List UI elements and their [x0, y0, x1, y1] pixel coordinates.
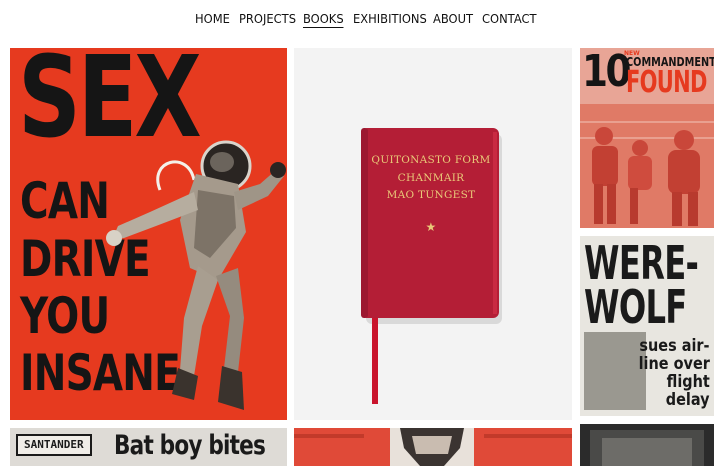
gallery-tile-bat-boy[interactable]: SANTANDER Bat boy bites: [10, 428, 287, 466]
nav-exhibitions[interactable]: EXHIBITIONS: [353, 11, 427, 26]
headline-number: 10: [582, 48, 632, 97]
poster-line: CAN: [20, 172, 110, 230]
gallery-tile-sex-poster[interactable]: SEX CAN DRIVE YOU INSANE: [10, 48, 287, 420]
book-title-line: CHANMAIR: [397, 172, 465, 184]
bat-boy-headline: Bat boy bites: [114, 430, 266, 461]
poster-line: YOU: [20, 287, 110, 345]
gallery-tile-dark-photo[interactable]: [580, 424, 714, 466]
nav-books[interactable]: BOOKS: [303, 11, 344, 28]
dark-photo-image: [580, 424, 714, 466]
gallery-tile-man-portrait[interactable]: [294, 428, 572, 466]
astronaut-figure-image: [106, 140, 286, 410]
werewolf-subline: flight: [666, 372, 710, 392]
nav-contact[interactable]: CONTACT: [482, 11, 537, 26]
star-icon: ★: [425, 220, 437, 234]
gallery-tile-werewolf[interactable]: WERE- WOLF sues air- line over flight de…: [580, 236, 714, 416]
werewolf-subline: sues air-: [639, 336, 710, 356]
nav-about[interactable]: ABOUT: [433, 11, 473, 26]
nav-home[interactable]: HOME: [195, 11, 230, 26]
book-title-line: QUITONASTO FORM: [371, 154, 491, 166]
poster-title: SEX: [18, 48, 202, 163]
werewolf-headline: WOLF: [584, 280, 687, 334]
headline-subhead: FOUND: [626, 65, 707, 100]
main-nav: HOME PROJECTS BOOKS EXHIBITIONS ABOUT CO…: [0, 0, 724, 40]
werewolf-subline: delay: [666, 390, 710, 410]
gallery-tile-red-book[interactable]: QUITONASTO FORM CHANMAIR MAO TUNGEST ★: [294, 48, 572, 420]
book-title-line: MAO TUNGEST: [386, 189, 476, 201]
werewolf-subline: line over: [638, 354, 710, 374]
newspaper-badge: SANTANDER: [16, 434, 92, 456]
man-portrait-image: [294, 428, 572, 466]
red-book-image: [361, 128, 502, 404]
gallery-tile-commandments[interactable]: 10 NEW COMMANDMENTS FOUND: [580, 48, 714, 228]
werewolf-photo-image: [584, 332, 646, 410]
nav-projects[interactable]: PROJECTS: [239, 11, 296, 26]
